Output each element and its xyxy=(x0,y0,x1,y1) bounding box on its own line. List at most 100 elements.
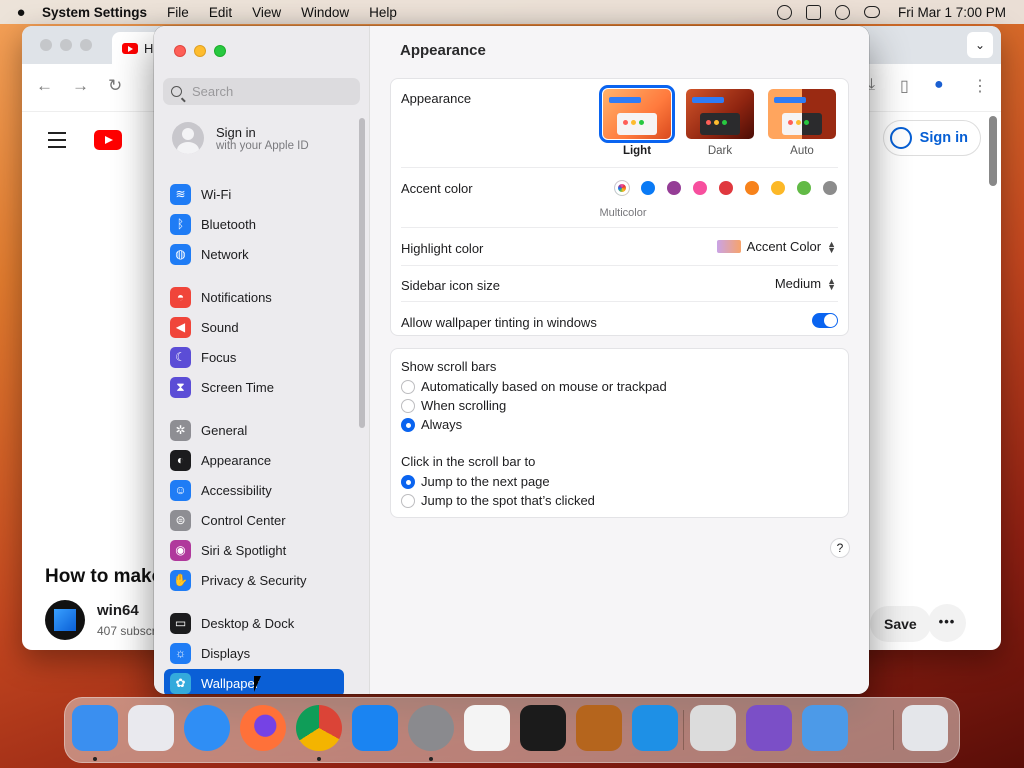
accent-swatch-7[interactable] xyxy=(797,181,811,195)
sidebar-item-desktop-dock[interactable]: ▭ Desktop & Dock xyxy=(164,609,344,637)
dock-migration-assistant-icon[interactable] xyxy=(802,705,848,751)
flower-icon: ✿ xyxy=(170,672,191,694)
stage-manager-icon[interactable] xyxy=(805,4,821,20)
dock-terminal-icon[interactable] xyxy=(520,705,566,751)
scroll-bars-option-label[interactable]: Automatically based on mouse or trackpad xyxy=(421,379,667,394)
menu-clock[interactable]: Fri Mar 1 7:00 PM xyxy=(898,5,1006,20)
sidebar-list: Sign in with your Apple ID ≋ Wi-Fi ᛒ Blueto… xyxy=(154,114,354,694)
dock-safari-icon[interactable] xyxy=(184,705,230,751)
sidebar-item-displays[interactable]: ☼ Displays xyxy=(164,639,344,667)
help-button[interactable]: ? xyxy=(830,538,850,558)
sidebar-item-privacy-security[interactable]: ✋ Privacy & Security xyxy=(164,566,344,594)
tab-search-chevron-icon[interactable]: ⌄ xyxy=(967,32,993,58)
minimize-window-icon[interactable] xyxy=(194,45,206,57)
sidebar-item-general[interactable]: ✲ General xyxy=(164,416,344,444)
sidebar-item-focus[interactable]: ☾ Focus xyxy=(164,343,344,371)
dock-chrome-icon[interactable] xyxy=(296,705,342,751)
accent-swatch-4[interactable] xyxy=(719,181,733,195)
sidebar-item-screen-time[interactable]: ⧗ Screen Time xyxy=(164,373,344,401)
accent-swatch-8[interactable] xyxy=(823,181,837,195)
youtube-logo-icon[interactable] xyxy=(94,130,122,150)
sidebar-scrollbar[interactable] xyxy=(359,118,365,428)
accent-swatch-1[interactable] xyxy=(641,181,655,195)
menu-window[interactable]: Window xyxy=(301,5,349,20)
hand-icon: ✋ xyxy=(170,569,191,591)
close-window-icon[interactable] xyxy=(174,45,186,57)
more-actions-icon[interactable]: ••• xyxy=(928,604,966,642)
download-icon[interactable]: ⤓ xyxy=(868,76,875,94)
scroll-bars-radio-0[interactable] xyxy=(401,380,415,394)
sidebar-item-label: Wallpaper xyxy=(201,675,260,691)
sidebar-item-notifications[interactable]: ◓ Notifications xyxy=(164,283,344,311)
click-scroll-radio-0[interactable] xyxy=(401,475,415,489)
dock-visual-studio-icon[interactable] xyxy=(746,705,792,751)
dock-launchpad-icon[interactable] xyxy=(128,705,174,751)
sidebar-item-sound[interactable]: ◀ Sound xyxy=(164,313,344,341)
wallpaper-tinting-label: Allow wallpaper tinting in windows xyxy=(401,315,597,330)
click-scroll-option-label[interactable]: Jump to the next page xyxy=(421,474,550,489)
dock xyxy=(64,697,960,763)
sidebar-item-bluetooth[interactable]: ᛒ Bluetooth xyxy=(164,210,344,238)
accent-swatch-5[interactable] xyxy=(745,181,759,195)
menu-app-name[interactable]: System Settings xyxy=(42,5,147,20)
spotlight-search-icon[interactable] xyxy=(834,4,850,20)
dock-system-settings-icon[interactable] xyxy=(408,705,454,751)
light-mode-thumbnail[interactable] xyxy=(599,85,675,143)
highlight-color-popup[interactable]: Accent Color ▲ ▼ xyxy=(716,239,836,254)
apple-menu-icon[interactable]: ● xyxy=(0,4,42,21)
dark-mode-thumbnail[interactable] xyxy=(686,89,754,139)
browser-menu-icon[interactable]: ⋮ xyxy=(972,76,988,96)
back-arrow-icon[interactable]: ← xyxy=(36,76,53,96)
apple-id-signin[interactable]: Sign in with your Apple ID xyxy=(172,122,309,154)
wallpaper-tinting-toggle[interactable] xyxy=(812,313,838,328)
dock-garageband-icon[interactable] xyxy=(576,705,622,751)
youtube-signin-button[interactable]: Sign in xyxy=(882,120,981,156)
apple-id-subtitle: with your Apple ID xyxy=(216,139,309,152)
sidebar-item-network[interactable]: ◍ Network xyxy=(164,240,344,268)
sidebar-item-siri-spotlight[interactable]: ◉ Siri & Spotlight xyxy=(164,536,344,564)
hamburger-menu-icon[interactable] xyxy=(48,132,66,153)
menu-file[interactable]: File xyxy=(167,5,189,20)
menu-edit[interactable]: Edit xyxy=(209,5,232,20)
sidebar-item-wi-fi[interactable]: ≋ Wi-Fi xyxy=(164,180,344,208)
now-playing-icon[interactable] xyxy=(776,4,792,20)
accent-swatch-2[interactable] xyxy=(667,181,681,195)
sidebar-item-accessibility[interactable]: ☺ Accessibility xyxy=(164,476,344,504)
scroll-bars-option-label[interactable]: When scrolling xyxy=(421,398,506,413)
channel-avatar[interactable] xyxy=(45,600,85,640)
sidebar-icon-size-popup[interactable]: Medium ▲ ▼ xyxy=(775,276,836,291)
sidepanel-icon[interactable]: ▯ xyxy=(900,76,909,96)
scroll-bars-radio-1[interactable] xyxy=(401,399,415,413)
forward-arrow-icon[interactable]: → xyxy=(72,76,89,96)
dock-app-store-icon[interactable] xyxy=(352,705,398,751)
accent-swatch-multicolor[interactable] xyxy=(615,181,629,195)
control-center-icon[interactable] xyxy=(863,6,880,18)
sidebar-item-appearance[interactable]: ◐ Appearance xyxy=(164,446,344,474)
dock-textedit-icon[interactable] xyxy=(464,705,510,751)
auto-mode-thumbnail[interactable] xyxy=(768,89,836,139)
reload-icon[interactable]: ↻ xyxy=(108,76,122,96)
dock-trash-icon[interactable] xyxy=(902,705,948,751)
menu-view[interactable]: View xyxy=(252,5,281,20)
dock-finder-icon[interactable] xyxy=(72,705,118,751)
click-scroll-option-label[interactable]: Jump to the spot that’s clicked xyxy=(421,493,595,508)
menu-help[interactable]: Help xyxy=(369,5,397,20)
scroll-bars-radio-2[interactable] xyxy=(401,418,415,432)
sidebar-item-control-center[interactable]: ⊜ Control Center xyxy=(164,506,344,534)
click-scroll-radio-1[interactable] xyxy=(401,494,415,508)
search-placeholder: Search xyxy=(192,84,234,99)
scroll-bars-option-label[interactable]: Always xyxy=(421,417,462,432)
dock-firefox-icon[interactable] xyxy=(240,705,286,751)
sidebar-search-field[interactable]: Search xyxy=(163,78,360,105)
video-save-button[interactable]: Save xyxy=(870,606,931,642)
sidebar-item-label: Privacy & Security xyxy=(201,572,307,588)
avatar xyxy=(172,122,204,154)
channel-name[interactable]: win64 xyxy=(97,602,139,619)
browser-scrollbar[interactable] xyxy=(989,116,997,186)
accent-swatch-6[interactable] xyxy=(771,181,785,195)
accent-swatch-3[interactable] xyxy=(693,181,707,195)
dock-vs-code-icon[interactable] xyxy=(632,705,678,751)
profile-icon[interactable]: ● xyxy=(934,76,944,94)
dock-disk-utility-icon[interactable] xyxy=(690,705,736,751)
zoom-window-icon[interactable] xyxy=(214,45,226,57)
